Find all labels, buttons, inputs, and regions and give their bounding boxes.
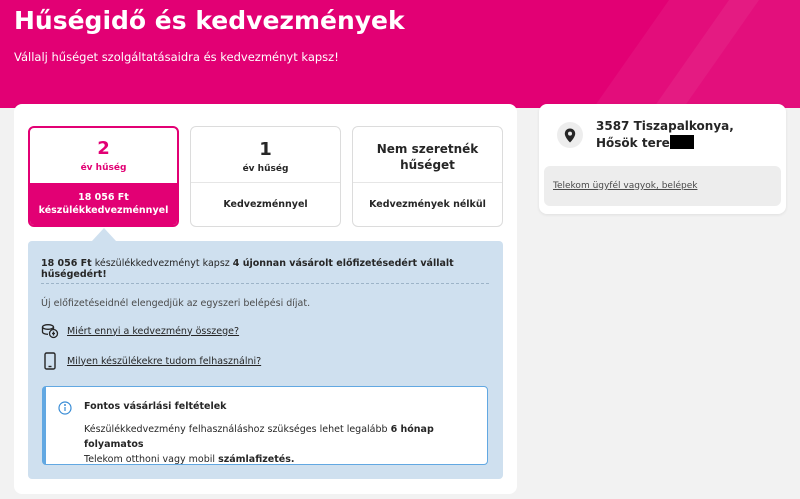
option-header: 1 év hűség bbox=[191, 127, 340, 182]
redacted-block bbox=[669, 135, 694, 149]
option-number: 1 bbox=[259, 139, 272, 160]
notice-bold: számlafizetés. bbox=[218, 454, 295, 465]
customer-login-link[interactable]: Telekom ügyfél vagyok, belépek bbox=[553, 181, 697, 191]
notice-heading: Fontos vásárlási feltételek bbox=[84, 401, 227, 412]
divider bbox=[41, 283, 489, 284]
discount-info-panel: 18 056 Ft készülékkedvezményt kapsz 4 új… bbox=[28, 241, 503, 479]
login-box: Telekom ügyfél vagyok, belépek bbox=[544, 166, 781, 206]
why-discount-link[interactable]: Miért ennyi a kedvezmény összege? bbox=[41, 322, 239, 340]
option-header: Nem szeretnék hűséget bbox=[353, 127, 502, 182]
selection-pointer bbox=[92, 228, 116, 241]
info-icon bbox=[58, 400, 72, 419]
notice-text: Készülékkedvezmény felhasználáshoz szüks… bbox=[84, 424, 391, 435]
option-benefit: Kedvezmények nélkül bbox=[353, 182, 502, 226]
why-discount-label: Miért ennyi a kedvezmény összege? bbox=[67, 325, 240, 337]
discount-summary: 18 056 Ft készülékkedvezményt kapsz 4 új… bbox=[41, 258, 503, 280]
compatible-devices-label: Milyen készülékekre tudom felhasználni? bbox=[67, 355, 262, 367]
option-2-years[interactable]: 2 év hűség 18 056 Ft készülékkedvezménny… bbox=[28, 126, 179, 227]
address-text: 3587 Tiszapalkonya, Hősök tere bbox=[596, 118, 776, 152]
option-unit: év hűség bbox=[242, 164, 289, 174]
discount-amount: 18 056 Ft bbox=[41, 258, 92, 269]
option-benefit: Kedvezménnyel bbox=[191, 182, 340, 226]
address-card: 3587 Tiszapalkonya, Hősök tere Telekom ü… bbox=[539, 104, 786, 214]
option-header: 2 év hűség bbox=[30, 128, 177, 183]
option-unit: év hűség bbox=[80, 163, 127, 173]
option-benefit: 18 056 Ft készülékkedvezménnyel bbox=[30, 183, 177, 225]
coins-icon bbox=[41, 322, 59, 340]
option-no-loyalty[interactable]: Nem szeretnék hűséget Kedvezmények nélkü… bbox=[352, 126, 503, 227]
compatible-devices-link[interactable]: Milyen készülékekre tudom felhasználni? bbox=[41, 352, 261, 370]
location-pin-icon bbox=[557, 122, 583, 148]
page-title: Hűségidő és kedvezmények bbox=[14, 6, 405, 35]
hero-banner: Hűségidő és kedvezmények Vállalj hűséget… bbox=[0, 0, 800, 108]
notice-text: Telekom otthoni vagy mobil bbox=[84, 454, 219, 465]
phone-icon bbox=[41, 352, 59, 370]
notice-body: Készülékkedvezmény felhasználáshoz szüks… bbox=[84, 422, 484, 467]
address-line: 3587 Tiszapalkonya, Hősök tere bbox=[596, 119, 734, 150]
option-title: Nem szeretnék hűséget bbox=[376, 142, 479, 172]
page-subtitle: Vállalj hűséget szolgáltatásaidra és ked… bbox=[14, 50, 339, 64]
entry-fee-note: Új előfizetéseidnél elengedjük az egysze… bbox=[41, 298, 311, 309]
option-number: 2 bbox=[97, 138, 110, 159]
purchase-conditions-notice: Fontos vásárlási feltételek Készülékkedv… bbox=[42, 386, 488, 465]
option-1-year[interactable]: 1 év hűség Kedvezménnyel bbox=[190, 126, 341, 227]
discount-text: készülékkedvezményt kapsz bbox=[91, 258, 233, 269]
